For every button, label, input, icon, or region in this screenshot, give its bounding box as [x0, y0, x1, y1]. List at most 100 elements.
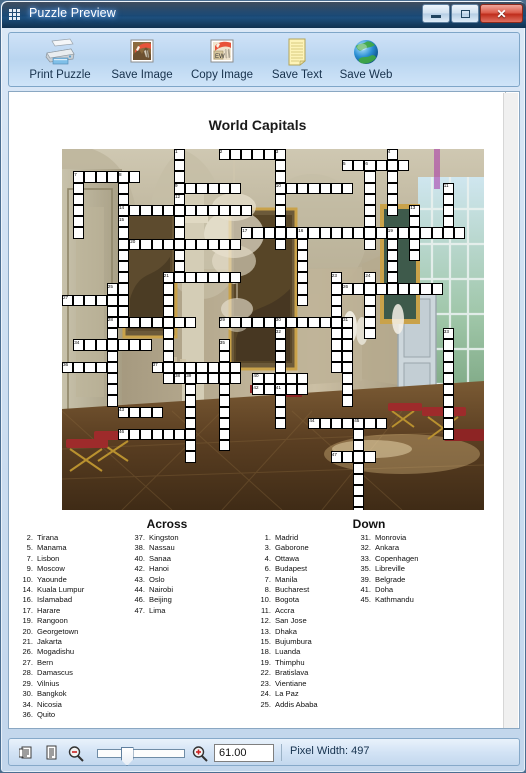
- crossword-cell[interactable]: [241, 205, 253, 217]
- crossword-cell[interactable]: [129, 406, 141, 418]
- crossword-cell[interactable]: [174, 249, 186, 261]
- crossword-cell[interactable]: [252, 317, 264, 329]
- crossword-cell[interactable]: [162, 350, 174, 362]
- crossword-cell[interactable]: [263, 384, 275, 396]
- crossword-cell[interactable]: [274, 160, 286, 172]
- crossword-cell[interactable]: [230, 205, 242, 217]
- crossword-cell[interactable]: [353, 485, 365, 497]
- crossword-cell[interactable]: [196, 182, 208, 194]
- crossword-cell[interactable]: [95, 339, 107, 351]
- crossword-cell[interactable]: [353, 462, 365, 474]
- save-web-button[interactable]: Save Web: [331, 35, 401, 86]
- crossword-cell[interactable]: [84, 171, 96, 183]
- crossword-cell[interactable]: [151, 238, 163, 250]
- crossword-cells[interactable]: 2 5 7 9 10 14 16 17 19 20 21 26 27 28 29 30 34 36 37 38 40 42…: [62, 149, 484, 510]
- crossword-cell[interactable]: [73, 216, 85, 228]
- crossword-cell[interactable]: [330, 305, 342, 317]
- crossword-cell[interactable]: [118, 261, 130, 273]
- crossword-cell[interactable]: [353, 429, 365, 441]
- crossword-cell[interactable]: [174, 216, 186, 228]
- crossword-cell[interactable]: [330, 417, 342, 429]
- crossword-cell[interactable]: [386, 171, 398, 183]
- print-puzzle-button[interactable]: Print Puzzle: [17, 35, 103, 86]
- crossword-cell[interactable]: [185, 451, 197, 463]
- crossword-cell[interactable]: [185, 440, 197, 452]
- crossword-cell[interactable]: [230, 182, 242, 194]
- crossword-cell[interactable]: [442, 417, 454, 429]
- maximize-button[interactable]: [451, 4, 479, 23]
- crossword-cell[interactable]: [353, 160, 365, 172]
- crossword-cell[interactable]: [73, 361, 85, 373]
- crossword-cell[interactable]: [218, 406, 230, 418]
- crossword-cell[interactable]: [386, 193, 398, 205]
- crossword-cell[interactable]: [207, 238, 219, 250]
- crossword-cell[interactable]: [106, 305, 118, 317]
- crossword-cell[interactable]: [185, 205, 197, 217]
- crossword-cell[interactable]: [364, 328, 376, 340]
- crossword-cell[interactable]: [297, 294, 309, 306]
- save-text-button[interactable]: Save Text: [263, 35, 331, 86]
- crossword-cell[interactable]: [342, 395, 354, 407]
- crossword-cell[interactable]: [118, 272, 130, 284]
- crossword-cell[interactable]: [342, 451, 354, 463]
- crossword-cell[interactable]: [140, 205, 152, 217]
- crossword-cell[interactable]: [398, 283, 410, 295]
- crossword-cell[interactable]: [431, 227, 443, 239]
- crossword-cell[interactable]: [196, 238, 208, 250]
- crossword-cell[interactable]: [274, 227, 286, 239]
- crossword-cell[interactable]: [442, 406, 454, 418]
- fit-page-icon[interactable]: [18, 745, 35, 766]
- crossword-cell[interactable]: [409, 227, 421, 239]
- crossword-cell[interactable]: [342, 384, 354, 396]
- crossword-cell[interactable]: [151, 317, 163, 329]
- crossword-cell[interactable]: [218, 361, 230, 373]
- crossword-cell[interactable]: [330, 339, 342, 351]
- zoom-out-icon[interactable]: [67, 745, 85, 768]
- crossword-cell[interactable]: [364, 317, 376, 329]
- crossword-cell[interactable]: [151, 205, 163, 217]
- crossword-cell[interactable]: [218, 440, 230, 452]
- crossword-cell[interactable]: [185, 395, 197, 407]
- crossword-cell[interactable]: [297, 272, 309, 284]
- crossword-cell[interactable]: [442, 384, 454, 396]
- close-button[interactable]: ✕: [480, 4, 523, 23]
- crossword-cell[interactable]: [174, 429, 186, 441]
- crossword-cell[interactable]: [129, 317, 141, 329]
- crossword-cell[interactable]: [174, 261, 186, 273]
- crossword-cell[interactable]: [364, 294, 376, 306]
- crossword-cell[interactable]: [185, 182, 197, 194]
- crossword-cell[interactable]: [174, 227, 186, 239]
- crossword-cell[interactable]: [118, 305, 130, 317]
- crossword-cell[interactable]: [140, 238, 152, 250]
- crossword-cell[interactable]: [342, 373, 354, 385]
- crossword-cell[interactable]: [364, 216, 376, 228]
- crossword-cell[interactable]: [162, 339, 174, 351]
- crossword-cell[interactable]: [353, 451, 365, 463]
- crossword-cell[interactable]: [263, 227, 275, 239]
- crossword-cell[interactable]: [409, 238, 421, 250]
- crossword-cell[interactable]: [442, 350, 454, 362]
- crossword-cell[interactable]: [342, 227, 354, 239]
- crossword-cell[interactable]: [218, 238, 230, 250]
- crossword-cell[interactable]: [330, 182, 342, 194]
- crossword-cell[interactable]: [308, 317, 320, 329]
- crossword-cell[interactable]: [297, 283, 309, 295]
- crossword-cell[interactable]: [297, 182, 309, 194]
- crossword-cell[interactable]: [185, 272, 197, 284]
- crossword-cell[interactable]: [106, 294, 118, 306]
- crossword-cell[interactable]: [185, 384, 197, 396]
- crossword-cell[interactable]: [342, 182, 354, 194]
- crossword-cell[interactable]: [218, 272, 230, 284]
- crossword-cell[interactable]: [174, 160, 186, 172]
- crossword-cell[interactable]: [129, 429, 141, 441]
- crossword-cell[interactable]: [218, 350, 230, 362]
- crossword-cell[interactable]: [95, 171, 107, 183]
- crossword-cell[interactable]: [174, 171, 186, 183]
- crossword-cell[interactable]: [230, 238, 242, 250]
- crossword-cell[interactable]: [286, 384, 298, 396]
- zoom-value-input[interactable]: 61.00: [214, 744, 274, 762]
- crossword-cell[interactable]: [207, 373, 219, 385]
- crossword-cell[interactable]: [364, 451, 376, 463]
- crossword-cell[interactable]: [274, 406, 286, 418]
- scrollbar-track[interactable]: [504, 93, 518, 728]
